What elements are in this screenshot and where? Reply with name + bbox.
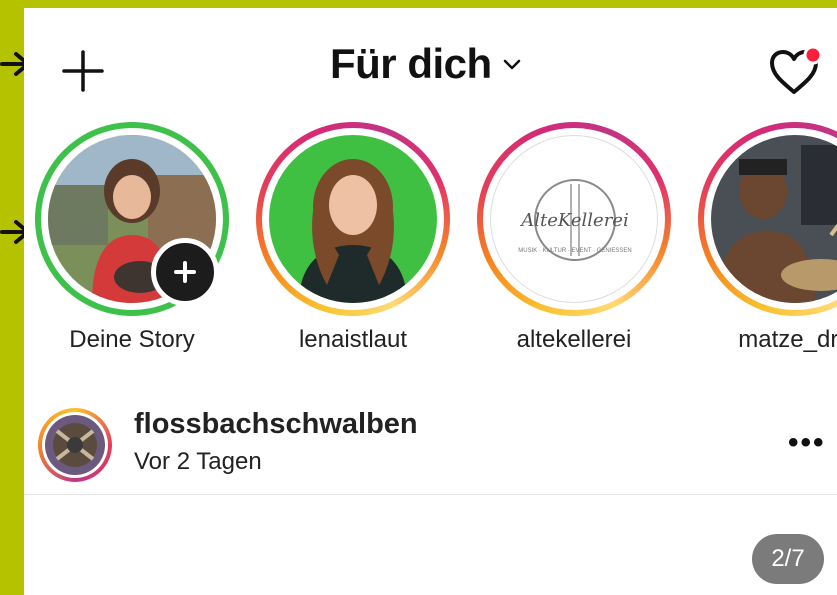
story-label: altekellerei xyxy=(516,326,632,353)
add-story-button[interactable] xyxy=(151,238,219,306)
story-altekellerei[interactable]: AlteKellerei MUSIK · KULTUR · EVENT · GE… xyxy=(474,122,674,354)
post-timestamp: Vor 2 Tagen xyxy=(134,448,262,475)
story-ring: AlteKellerei MUSIK · KULTUR · EVENT · GE… xyxy=(477,122,671,316)
story-ring xyxy=(35,122,229,316)
story-ring xyxy=(698,122,837,316)
story-matze-dru[interactable]: matze_dru xyxy=(695,122,837,354)
story-label: Deine Story xyxy=(69,326,195,353)
notification-dot xyxy=(803,45,822,65)
carousel-counter: 2/7 xyxy=(752,534,824,584)
avatar xyxy=(711,135,837,303)
svg-text:AlteKellerei: AlteKellerei xyxy=(519,210,628,231)
post-header: flossbachschwalben Vor 2 Tagen ••• xyxy=(24,394,837,495)
plus-icon xyxy=(174,261,196,283)
avatar: AlteKellerei MUSIK · KULTUR · EVENT · GE… xyxy=(490,135,658,303)
story-label: lenaistlaut xyxy=(298,326,408,353)
post-avatar-ring[interactable] xyxy=(38,408,112,482)
page-title: Für dich xyxy=(330,40,492,87)
plus-icon[interactable] xyxy=(60,48,106,94)
altekellerei-logo: AlteKellerei MUSIK · KULTUR · EVENT · GE… xyxy=(518,179,632,261)
instagram-feed-screen: Für dich Deine Story lenaistlaut AlteKel… xyxy=(24,8,837,595)
story-lenaistlaut[interactable]: lenaistlaut xyxy=(253,122,453,354)
story-own[interactable]: Deine Story xyxy=(32,122,232,354)
svg-text:MUSIK · KULTUR · EVENT · GENIE: MUSIK · KULTUR · EVENT · GENIESSEN xyxy=(518,248,631,254)
chevron-down-icon xyxy=(503,59,520,70)
story-ring xyxy=(256,122,450,316)
heart-icon[interactable] xyxy=(766,44,822,100)
post-username[interactable]: flossbachschwalben xyxy=(134,408,418,441)
more-options-button[interactable]: ••• xyxy=(788,426,826,460)
feed-selector[interactable]: Für dich xyxy=(330,40,522,88)
avatar xyxy=(269,135,437,303)
story-label: matze_dru xyxy=(738,326,837,353)
avatar xyxy=(45,415,105,475)
